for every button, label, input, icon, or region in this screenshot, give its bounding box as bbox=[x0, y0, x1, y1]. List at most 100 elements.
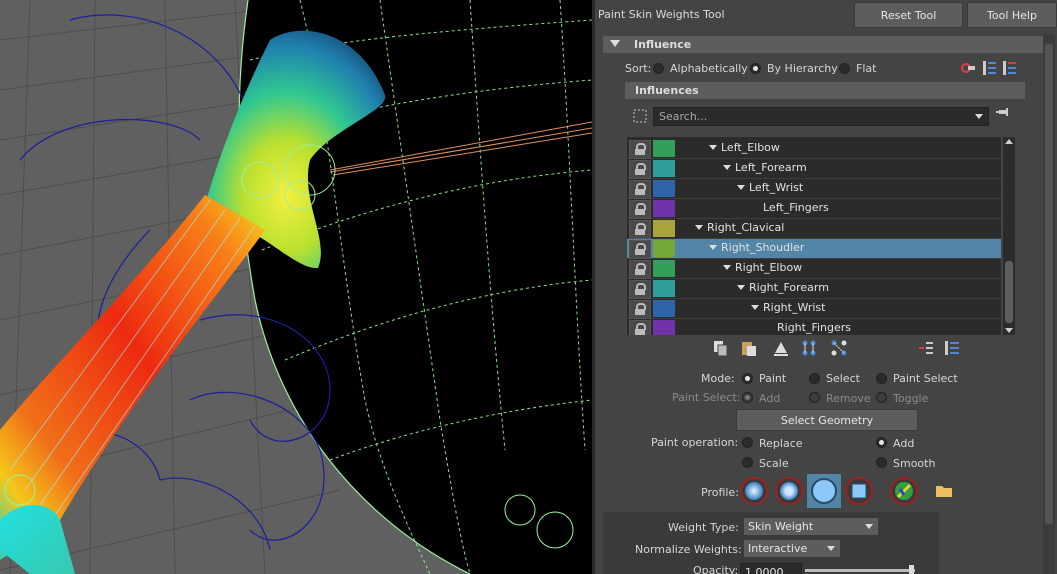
tree-row-left-elbow[interactable]: Left_Elbow bbox=[627, 139, 1001, 159]
lock-icon[interactable] bbox=[629, 260, 651, 279]
mode-paint-radio[interactable] bbox=[742, 373, 753, 384]
opacity-slider-handle[interactable] bbox=[909, 565, 914, 574]
paste-weights-icon[interactable] bbox=[740, 339, 758, 357]
influence-color-swatch[interactable] bbox=[653, 320, 675, 335]
sort-flat-radio[interactable] bbox=[839, 63, 850, 74]
tree-row-right-elbow[interactable]: Right_Elbow bbox=[627, 259, 1001, 279]
solid-brush-icon[interactable] bbox=[807, 474, 841, 508]
move-weights-icon[interactable] bbox=[800, 339, 818, 357]
search-dropdown-arrow-icon[interactable] bbox=[975, 114, 983, 119]
expand-triangle-icon[interactable] bbox=[695, 225, 703, 230]
lock-icon[interactable] bbox=[629, 180, 651, 199]
influence-color-swatch[interactable] bbox=[653, 180, 675, 197]
lock-icon[interactable] bbox=[629, 160, 651, 179]
mode-select-radio[interactable] bbox=[809, 373, 820, 384]
square-brush-icon[interactable] bbox=[845, 477, 873, 505]
tree-scroll-thumb[interactable] bbox=[1005, 261, 1013, 323]
mode-paint-select-radio[interactable] bbox=[876, 373, 887, 384]
mode-label: Mode: bbox=[701, 372, 735, 385]
tree-row-right-wrist[interactable]: Right_Wrist bbox=[627, 299, 1001, 319]
tree-row-left-forearm[interactable]: Left_Forearm bbox=[627, 159, 1001, 179]
soft-brush-icon[interactable] bbox=[775, 477, 803, 505]
tree-row-left-fingers[interactable]: Left_Fingers bbox=[627, 199, 1001, 219]
collapse-triangle-icon[interactable] bbox=[610, 40, 620, 47]
influence-section-label: Influence bbox=[634, 38, 692, 51]
paint-select-add-radio[interactable] bbox=[742, 392, 753, 403]
influences-subsection-header[interactable]: Influences bbox=[625, 82, 1025, 99]
texture-brush-icon[interactable] bbox=[890, 477, 918, 505]
influence-search-field[interactable]: Search... bbox=[653, 107, 989, 126]
gaussian-brush-icon[interactable] bbox=[740, 477, 768, 505]
chevron-down-icon[interactable] bbox=[827, 546, 835, 551]
tool-help-button[interactable]: Tool Help bbox=[967, 2, 1057, 28]
lock-icon[interactable] bbox=[629, 220, 651, 239]
mode-select-label: Select bbox=[826, 372, 860, 385]
select-joint-icon[interactable] bbox=[631, 107, 649, 125]
show-influences-icon[interactable] bbox=[830, 339, 848, 357]
opacity-field[interactable]: 1.0000 bbox=[740, 563, 802, 574]
influence-color-swatch[interactable] bbox=[653, 160, 675, 177]
opacity-slider[interactable] bbox=[805, 565, 915, 574]
opacity-value: 1.0000 bbox=[745, 566, 784, 574]
copy-weights-icon[interactable] bbox=[712, 339, 730, 357]
list-view-icon[interactable] bbox=[980, 59, 998, 77]
influence-color-swatch[interactable] bbox=[653, 200, 675, 217]
chevron-down-icon[interactable] bbox=[865, 524, 873, 529]
prune-weights-icon[interactable] bbox=[959, 59, 977, 77]
expand-triangle-icon[interactable] bbox=[723, 165, 731, 170]
influence-color-swatch[interactable] bbox=[653, 240, 675, 257]
expand-triangle-icon[interactable] bbox=[709, 245, 717, 250]
paint-op-add-radio[interactable] bbox=[876, 437, 887, 448]
pin-icon[interactable] bbox=[995, 104, 1013, 122]
influence-color-swatch[interactable] bbox=[653, 280, 675, 297]
influence-color-swatch[interactable] bbox=[653, 140, 675, 157]
scroll-up-arrow-icon[interactable] bbox=[1005, 139, 1013, 144]
lock-icon[interactable] bbox=[629, 240, 651, 259]
expand-triangle-icon[interactable] bbox=[751, 305, 759, 310]
influence-color-swatch[interactable] bbox=[653, 300, 675, 317]
tree-scrollbar[interactable] bbox=[1003, 137, 1015, 335]
flood-weights-icon[interactable] bbox=[772, 339, 790, 357]
lock-icon[interactable] bbox=[629, 280, 651, 299]
scroll-down-arrow-icon[interactable] bbox=[1005, 328, 1013, 333]
tree-row-left-wrist[interactable]: Left_Wrist bbox=[627, 179, 1001, 199]
sort-label: Sort: bbox=[625, 62, 652, 75]
lock-icon[interactable] bbox=[629, 200, 651, 219]
panel-scroll-thumb[interactable] bbox=[1045, 44, 1053, 524]
weight-type-dropdown[interactable]: Skin Weight bbox=[743, 517, 879, 536]
sort-by-hierarchy-radio[interactable] bbox=[750, 63, 761, 74]
paint-operation-label: Paint operation: bbox=[651, 436, 739, 449]
expand-triangle-icon[interactable] bbox=[737, 285, 745, 290]
sort-alphabetically-radio[interactable] bbox=[653, 63, 664, 74]
collapse-all-icon[interactable] bbox=[917, 339, 935, 357]
influence-tree-list[interactable]: Left_Elbow Left_Forearm Left_Wrist Left_Fin… bbox=[627, 137, 1001, 335]
3d-viewport[interactable] bbox=[0, 0, 592, 574]
lock-icon[interactable] bbox=[629, 140, 651, 159]
paint-op-scale-radio[interactable] bbox=[742, 457, 753, 468]
tree-row-right-forearm[interactable]: Right_Forearm bbox=[627, 279, 1001, 299]
folder-icon[interactable] bbox=[935, 482, 953, 500]
panel-scrollbar[interactable] bbox=[1043, 34, 1055, 574]
paint-select-toggle-radio[interactable] bbox=[876, 392, 887, 403]
expand-triangle-icon[interactable] bbox=[723, 265, 731, 270]
influence-color-swatch[interactable] bbox=[653, 260, 675, 277]
tree-row-right-fingers[interactable]: Right_Fingers bbox=[627, 319, 1001, 335]
reset-tool-button[interactable]: Reset Tool bbox=[854, 2, 963, 28]
mode-paint-label: Paint bbox=[759, 372, 787, 385]
tool-settings-panel: Paint Skin Weights Tool Reset Tool Tool … bbox=[595, 0, 1057, 574]
select-geometry-button[interactable]: Select Geometry bbox=[736, 409, 918, 431]
paint-op-smooth-radio[interactable] bbox=[876, 457, 887, 468]
expand-triangle-icon[interactable] bbox=[737, 185, 745, 190]
hierarchy-view-icon[interactable] bbox=[1000, 59, 1018, 77]
lock-icon[interactable] bbox=[629, 300, 651, 319]
expand-all-icon[interactable] bbox=[943, 339, 961, 357]
expand-triangle-icon[interactable] bbox=[709, 145, 717, 150]
paint-select-remove-radio[interactable] bbox=[809, 392, 820, 403]
paint-op-replace-radio[interactable] bbox=[742, 437, 753, 448]
influence-color-swatch[interactable] bbox=[653, 220, 675, 237]
tree-row-right-shoudler[interactable]: Right_Shoudler bbox=[627, 239, 1001, 259]
normalize-weights-dropdown[interactable]: Interactive bbox=[743, 539, 841, 558]
tree-row-right-clavical[interactable]: Right_Clavical bbox=[627, 219, 1001, 239]
influence-section-header[interactable]: Influence bbox=[603, 36, 1043, 53]
lock-icon[interactable] bbox=[629, 320, 651, 335]
